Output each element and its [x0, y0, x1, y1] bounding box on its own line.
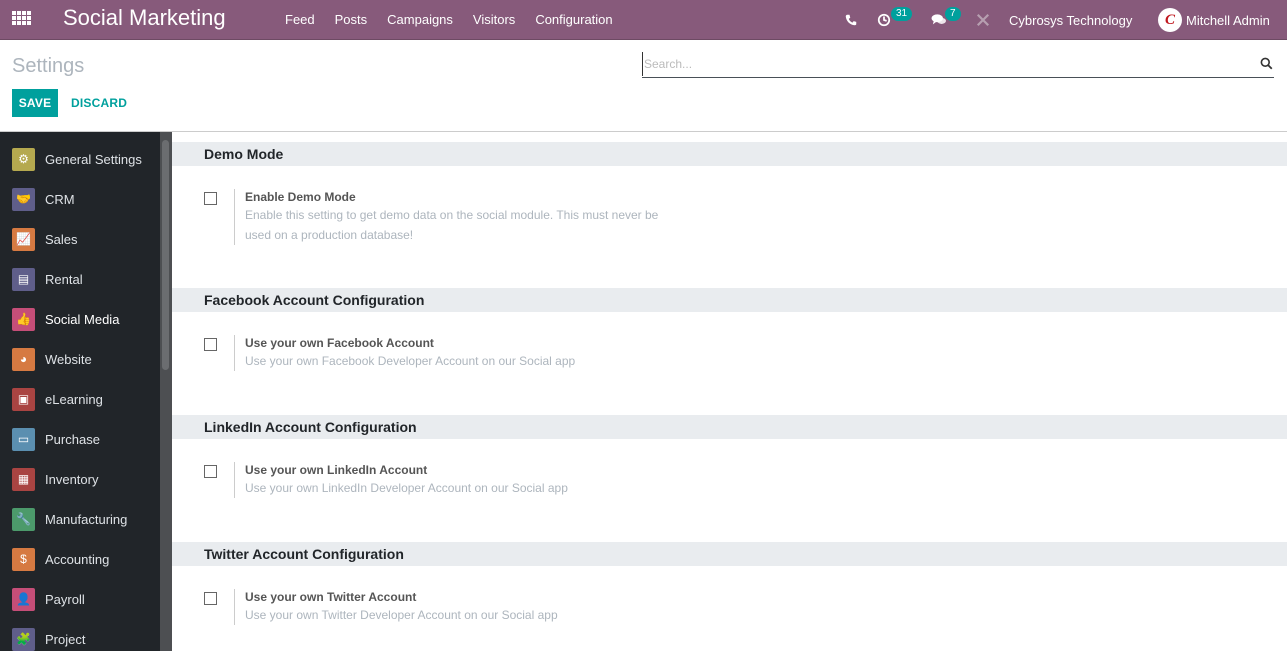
search-input[interactable]	[642, 52, 1242, 76]
elearning-icon: ▣	[12, 387, 35, 411]
section-header: Demo Mode	[172, 142, 1287, 166]
save-button[interactable]: SAVE	[12, 89, 58, 117]
payroll-icon: 👤	[12, 587, 35, 611]
setting-description: Use your own Twitter Developer Account o…	[245, 608, 558, 622]
setting-title[interactable]: Use your own Facebook Account	[245, 335, 665, 351]
sidebar-item-label: Project	[45, 631, 86, 647]
search-icon[interactable]	[1260, 57, 1273, 70]
menu-configuration[interactable]: Configuration	[525, 0, 622, 40]
messages-button[interactable]: 7	[931, 0, 961, 40]
sidebar-item-label: Accounting	[45, 551, 110, 567]
settings-sidebar: ⚙ General Settings 🤝 CRM 📈 Sales ▤ Rental 👍 Socia…	[0, 132, 160, 651]
chart-up-icon: 📈	[12, 227, 35, 251]
setting-checkbox[interactable]	[204, 338, 217, 351]
company-switcher[interactable]: Cybrosys Technology	[1009, 0, 1132, 40]
discard-button[interactable]: DISCARD	[71, 89, 127, 117]
sidebar-item-label: Website	[45, 351, 92, 367]
handshake-icon: 🤝	[12, 187, 35, 211]
sidebar-item-label: Purchase	[45, 431, 100, 447]
activity-button[interactable]: 31	[877, 0, 913, 40]
main-menu: Feed Posts Campaigns Visitors Configurat…	[285, 0, 623, 40]
sidebar-scrollbar[interactable]	[160, 132, 172, 651]
globe-icon: ◕	[12, 347, 35, 371]
sidebar-item-label: General Settings	[45, 151, 142, 167]
credit-card-icon: ▭	[12, 427, 35, 451]
phone-icon	[845, 14, 857, 26]
wrench-icon: 🔧	[12, 507, 35, 531]
sidebar-item-elearning[interactable]: ▣ eLearning	[0, 379, 160, 419]
section-header: LinkedIn Account Configuration	[172, 415, 1287, 439]
sidebar-item-sales[interactable]: 📈 Sales	[0, 219, 160, 259]
debug-tools-icon	[976, 13, 990, 27]
phone-button[interactable]	[845, 0, 857, 40]
sidebar-item-inventory[interactable]: ▦ Inventory	[0, 459, 160, 499]
section-title: LinkedIn Account Configuration	[204, 419, 417, 435]
control-panel: Settings SAVE DISCARD	[0, 40, 1287, 132]
section-title: Twitter Account Configuration	[204, 546, 404, 562]
rental-icon: ▤	[12, 267, 35, 291]
setting-text-block: Enable Demo Mode Enable this setting to g…	[234, 189, 665, 245]
sidebar-item-rental[interactable]: ▤ Rental	[0, 259, 160, 299]
messages-count-badge: 7	[945, 7, 961, 21]
user-menu[interactable]: C Mitchell Admin	[1158, 0, 1270, 40]
sidebar-item-accounting[interactable]: $ Accounting	[0, 539, 160, 579]
settings-content: Demo Mode Enable Demo Mode Enable this set…	[172, 132, 1287, 651]
top-navbar: Social Marketing Feed Posts Campaigns Vi…	[0, 0, 1287, 40]
puzzle-icon: 🧩	[12, 627, 35, 651]
setting-text-block: Use your own Twitter Account Use your own…	[234, 589, 665, 625]
menu-posts[interactable]: Posts	[325, 0, 378, 40]
activity-count-badge: 31	[891, 7, 913, 21]
box-icon: ▦	[12, 467, 35, 491]
sidebar-item-label: Sales	[45, 231, 78, 247]
setting-description: Enable this setting to get demo data on …	[245, 208, 659, 242]
sidebar-item-payroll[interactable]: 👤 Payroll	[0, 579, 160, 619]
setting-description: Use your own LinkedIn Developer Account …	[245, 481, 568, 495]
sidebar-item-label: CRM	[45, 191, 75, 207]
sidebar-item-crm[interactable]: 🤝 CRM	[0, 179, 160, 219]
activity-clock-icon	[877, 13, 891, 27]
sidebar-item-manufacturing[interactable]: 🔧 Manufacturing	[0, 499, 160, 539]
setting-description: Use your own Facebook Developer Account …	[245, 354, 576, 368]
scrollbar-thumb[interactable]	[162, 140, 169, 370]
section-title: Demo Mode	[204, 146, 284, 162]
debug-button[interactable]	[976, 0, 990, 40]
setting-checkbox[interactable]	[204, 592, 217, 605]
search-bar	[642, 52, 1274, 78]
setting-title[interactable]: Use your own Twitter Account	[245, 589, 665, 605]
app-brand[interactable]: Social Marketing	[63, 5, 226, 31]
setting-text-block: Use your own Facebook Account Use your ow…	[234, 335, 665, 371]
setting-title[interactable]: Enable Demo Mode	[245, 189, 665, 205]
section-header: Facebook Account Configuration	[172, 288, 1287, 312]
menu-visitors[interactable]: Visitors	[463, 0, 525, 40]
invoice-dollar-icon: $	[12, 547, 35, 571]
breadcrumb: Settings	[12, 55, 85, 77]
menu-campaigns[interactable]: Campaigns	[377, 0, 463, 40]
user-name: Mitchell Admin	[1186, 12, 1270, 28]
sidebar-item-project[interactable]: 🧩 Project	[0, 619, 160, 659]
thumbs-up-icon: 👍	[12, 307, 35, 331]
sidebar-item-website[interactable]: ◕ Website	[0, 339, 160, 379]
setting-checkbox[interactable]	[204, 465, 217, 478]
sidebar-item-social-media[interactable]: 👍 Social Media	[0, 299, 160, 339]
sidebar-item-purchase[interactable]: ▭ Purchase	[0, 419, 160, 459]
setting-title[interactable]: Use your own LinkedIn Account	[245, 462, 665, 478]
menu-feed[interactable]: Feed	[285, 0, 325, 40]
apps-menu-icon[interactable]	[12, 11, 31, 25]
sidebar-item-label: Manufacturing	[45, 511, 128, 527]
section-title: Facebook Account Configuration	[204, 292, 425, 308]
section-header: Twitter Account Configuration	[172, 542, 1287, 566]
sidebar-item-label: Payroll	[45, 591, 85, 607]
sidebar-item-label: Rental	[45, 271, 83, 287]
gear-icon: ⚙	[12, 147, 35, 171]
sidebar-item-general-settings[interactable]: ⚙ General Settings	[0, 139, 160, 179]
sidebar-item-label: Inventory	[45, 471, 99, 487]
avatar: C	[1158, 8, 1182, 32]
setting-checkbox[interactable]	[204, 192, 217, 205]
sidebar-item-label: eLearning	[45, 391, 103, 407]
setting-text-block: Use your own LinkedIn Account Use your ow…	[234, 462, 665, 498]
sidebar-item-label: Social Media	[45, 311, 120, 327]
